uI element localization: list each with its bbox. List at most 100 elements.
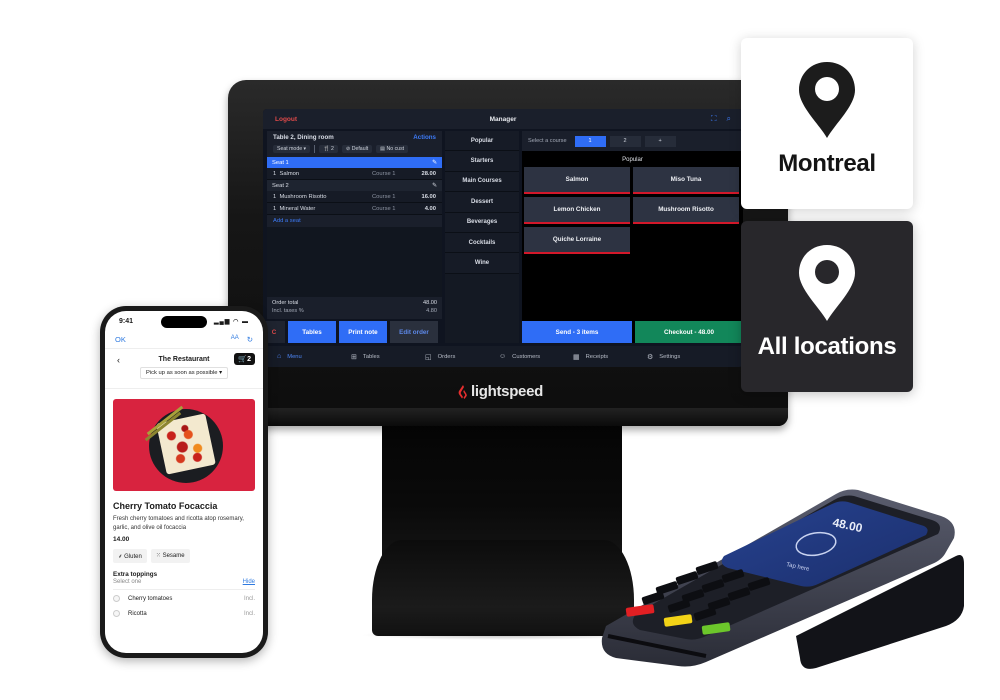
cart-button[interactable]: 🛒2 <box>234 353 255 365</box>
item-qty: 1 <box>273 193 277 200</box>
location-card-montreal[interactable]: Montreal <box>741 38 913 209</box>
radio-button[interactable] <box>113 610 120 617</box>
radio-button[interactable] <box>113 595 120 602</box>
edit-icon[interactable]: ✎ <box>432 160 437 166</box>
item-price: 16.00 <box>421 193 436 200</box>
extras-subtitle: Select one <box>113 579 142 585</box>
bottom-nav: ⌂ Menu ⊞ Tables ◱ Orders ☺ Customers ▦ Receip… <box>263 346 743 367</box>
terminal-lip <box>228 408 788 426</box>
phone-screen: 9:41 ▂▄▆ ◠ ▬ OK AA ↻ ‹ The Restaurant 🛒2… <box>105 311 263 653</box>
allergen-sesame: ⁙ Sesame <box>150 549 190 563</box>
checkout-button[interactable]: Checkout - 48.00 <box>635 321 743 343</box>
category-main-courses[interactable]: Main Courses <box>445 171 519 193</box>
tomato-topping <box>160 418 212 470</box>
extra-option[interactable]: Ricotta Incl. <box>105 605 263 620</box>
mobile-phone: 9:41 ▂▄▆ ◠ ▬ OK AA ↻ ‹ The Restaurant 🛒2… <box>100 306 268 658</box>
print-note-button[interactable]: Print note <box>339 321 387 343</box>
signal-wifi-battery-icon: ▂▄▆ ◠ ▬ <box>213 318 249 325</box>
customer-button[interactable]: ▤ No cust <box>376 145 409 153</box>
dish-title: Cherry Tomato Focaccia <box>113 501 218 511</box>
dish-image <box>113 399 255 491</box>
extra-option[interactable]: Cherry tomatoes Incl. <box>105 590 263 605</box>
default-button[interactable]: ⊘ Default <box>341 145 373 153</box>
divider <box>314 145 316 153</box>
menu-item-lemon-chicken[interactable]: Lemon Chicken <box>524 197 630 224</box>
option-label: Cherry tomatoes <box>128 595 173 602</box>
menu-item-mushroom-risotto[interactable]: Mushroom Risotto <box>633 197 739 224</box>
seat-label: Seat 1 <box>272 159 289 166</box>
nav-receipts[interactable]: ▦ Receipts <box>573 353 647 361</box>
user-title: Manager <box>489 115 517 123</box>
option-label: Ricotta <box>128 610 147 617</box>
guests-button[interactable]: 🍴 2 <box>319 145 338 153</box>
item-price: 4.00 <box>424 205 436 212</box>
tables-icon: ⊞ <box>351 353 357 361</box>
nav-settings[interactable]: ⚙ Settings <box>647 353 721 361</box>
item-name: Mushroom Risotto <box>279 193 327 200</box>
lightspeed-flame-icon <box>458 384 467 399</box>
nav-label: Settings <box>659 353 681 360</box>
text-size-button[interactable]: AA <box>231 335 239 344</box>
category-dessert[interactable]: Dessert <box>445 192 519 213</box>
reload-icon[interactable]: ↻ <box>247 335 253 344</box>
category-starters[interactable]: Starters <box>445 151 519 172</box>
order-item[interactable]: 1 Salmon Course 1 28.00 <box>267 168 442 180</box>
menu-item-miso-tuna[interactable]: Miso Tuna <box>633 167 739 194</box>
category-cocktails[interactable]: Cocktails <box>445 232 519 254</box>
seat-row[interactable]: Seat 2 ✎ <box>267 180 442 191</box>
nav-label: Customers <box>512 353 541 360</box>
menu-item-grid: Salmon Miso Tuna Lemon Chicken Mushroom … <box>522 167 743 254</box>
category-wine[interactable]: Wine <box>445 253 519 274</box>
ok-button[interactable]: OK <box>115 335 126 344</box>
taxes-value: 4.80 <box>426 308 437 314</box>
seat-row[interactable]: Seat 1 ✎ <box>267 157 442 168</box>
item-course: Course 1 <box>372 170 396 177</box>
location-label: All locations <box>757 333 897 360</box>
settings-icon: ⚙ <box>647 353 654 361</box>
add-course-button[interactable]: + <box>644 135 676 147</box>
pos-topbar: Logout Manager ⛶ ⌕ <box>263 109 743 129</box>
allergen-label: Sesame <box>162 553 185 559</box>
tables-button[interactable]: Tables <box>288 321 336 343</box>
location-card-all[interactable]: All locations <box>741 221 913 392</box>
category-popular[interactable]: Popular <box>445 131 519 152</box>
nav-tables[interactable]: ⊞ Tables <box>351 353 425 361</box>
nav-customers[interactable]: ☺ Customers <box>499 353 573 360</box>
course-2-button[interactable]: 2 <box>609 135 641 147</box>
taxes-label: Incl. taxes % <box>272 308 304 314</box>
edit-order-button[interactable]: Edit order <box>390 321 438 343</box>
clock: 9:41 <box>119 317 134 325</box>
item-course: Course 1 <box>372 193 396 200</box>
order-item[interactable]: 1 Mineral Water Course 1 4.00 <box>267 203 442 215</box>
order-item[interactable]: 1 Mushroom Risotto Course 1 16.00 <box>267 191 442 203</box>
item-course: Course 1 <box>372 205 396 212</box>
nav-orders[interactable]: ◱ Orders <box>425 353 499 361</box>
receipts-icon: ▦ <box>573 353 580 361</box>
terminal-stand-neck <box>382 420 622 560</box>
payment-terminal: 48.00 Tap here <box>601 489 964 669</box>
nav-menu[interactable]: ⌂ Menu <box>277 353 351 360</box>
menu-item-quiche-lorraine[interactable]: Quiche Lorraine <box>524 227 630 254</box>
hide-extras-link[interactable]: Hide <box>243 579 255 585</box>
order-total-value: 48.00 <box>423 300 437 306</box>
edit-icon[interactable]: ✎ <box>432 183 437 189</box>
category-list: Popular Starters Main Courses Dessert Be… <box>445 131 519 343</box>
actions-button[interactable]: Actions <box>413 134 436 141</box>
order-total-label: Order total <box>272 300 299 306</box>
order-header: Table 2, Dining room Actions Seat mode ▾… <box>267 131 442 157</box>
guest-count: 2 <box>331 146 334 152</box>
menu-items-area: Select a course 1 2 + Popular Salmon Mis… <box>522 131 743 343</box>
add-seat-button[interactable]: Add a seat <box>267 215 442 227</box>
category-beverages[interactable]: Beverages <box>445 212 519 233</box>
course-1-button[interactable]: 1 <box>574 135 606 147</box>
browser-bar: OK AA ↻ <box>105 331 263 349</box>
pickup-time-dropdown[interactable]: Pick up as soon as possible ▾ <box>139 367 229 379</box>
option-note: Incl. <box>243 610 255 617</box>
back-chevron-icon[interactable]: ‹ <box>117 355 120 365</box>
seat-mode-dropdown[interactable]: Seat mode ▾ <box>273 145 311 153</box>
menu-item-salmon[interactable]: Salmon <box>524 167 630 194</box>
customer-label: No cust <box>386 146 405 152</box>
extras-title: Extra toppings <box>113 571 158 578</box>
send-button[interactable]: Send - 3 items <box>522 321 632 343</box>
brand-name: lightspeed <box>471 383 544 400</box>
